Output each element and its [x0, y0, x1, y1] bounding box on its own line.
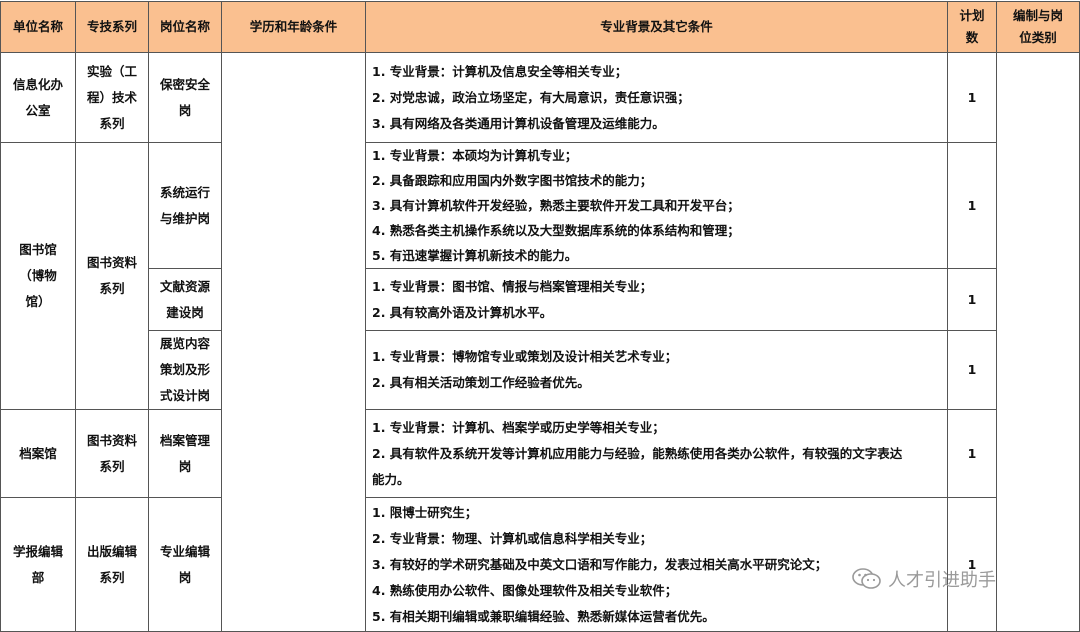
- header-unit: 单位名称: [0, 1, 76, 53]
- header-major-conditions: 专业背景及其它条件: [365, 1, 948, 53]
- table-row: 档案馆 图书资料 系列 档案管理岗 1. 专业背景：计算机、档案学或历史学等相关专…: [0, 409, 1080, 498]
- conditions-cell: 1. 专业背景：计算机、档案学或历史学等相关专业； 2. 具有软件及系统开发等计…: [365, 409, 948, 498]
- unit-cell: 信息化办 公室: [0, 52, 76, 143]
- series-cell: 图书资料 系列: [75, 142, 149, 410]
- plan-count-cell: 1: [947, 52, 997, 143]
- conditions-cell: 1. 专业背景：博物馆专业或策划及设计相关艺术专业； 2. 具有相关活动策划工作…: [365, 330, 948, 410]
- post-cell: 档案管理岗: [148, 409, 222, 498]
- series-cell: 图书资料 系列: [75, 409, 149, 498]
- header-row: 单位名称 专技系列 岗位名称 学历和年龄条件 专业背景及其它条件 计划数 编制与…: [0, 1, 1080, 53]
- watermark: 人才引进助手: [852, 566, 996, 592]
- table-row: 展览内容 策划及形 式设计岗 1. 专业背景：博物馆专业或策划及设计相关艺术专业； …: [1, 330, 1080, 410]
- conditions-cell: 1. 专业背景：计算机及信息安全等相关专业； 2. 对党忠诚，政治立场坚定，有大…: [365, 52, 948, 143]
- unit-cell: 档案馆: [0, 409, 76, 498]
- table-row: 文献资源 建设岗 1. 专业背景：图书馆、情报与档案管理相关专业； 2. 具有较高…: [1, 268, 1080, 331]
- series-cell: 出版编辑 系列: [75, 497, 149, 632]
- header-staff-category: 编制与岗 位类别: [996, 1, 1080, 53]
- header-post: 岗位名称: [148, 1, 222, 53]
- unit-cell: 图书馆 （博物 馆）: [0, 142, 76, 410]
- plan-count-cell: 1: [947, 330, 997, 410]
- table-row: 信息化办 公室 实验（工 程）技术 系列 保密安全岗 1. 专业背景：计算机及信息安全…: [0, 52, 1080, 632]
- post-cell: 专业编辑岗: [148, 497, 222, 632]
- header-education-age: 学历和年龄条件: [221, 1, 366, 53]
- table-row: 图书馆 （博物 馆） 图书资料 系列 系统运行 与维护岗 1. 专业背景：本硕均为计算机…: [0, 142, 1080, 410]
- staff-category-cell: [996, 52, 1080, 632]
- plan-count-cell: 1: [947, 409, 997, 498]
- header-series: 专技系列: [75, 1, 149, 53]
- post-cell: 保密安全岗: [148, 52, 222, 143]
- post-cell: 系统运行 与维护岗: [148, 142, 222, 269]
- unit-cell: 学报编辑部: [0, 497, 76, 632]
- plan-count-cell: 1: [947, 268, 997, 331]
- conditions-cell: 1. 专业背景：本硕均为计算机专业； 2. 具备跟踪和应用国内外数字图书馆技术的…: [365, 142, 948, 269]
- recruitment-table: 单位名称 专技系列 岗位名称 学历和年龄条件 专业背景及其它条件 计划数 编制与…: [0, 1, 1080, 632]
- post-cell: 展览内容 策划及形 式设计岗: [148, 330, 222, 410]
- table-row: 学报编辑部 出版编辑 系列 专业编辑岗 1. 限博士研究生； 2. 专业背景：物理…: [0, 497, 1080, 632]
- plan-count-cell: 1: [947, 497, 997, 632]
- post-cell: 文献资源 建设岗: [148, 268, 222, 331]
- plan-count-cell: 1: [947, 142, 997, 269]
- education-age-cell: [221, 52, 366, 632]
- header-plan-count: 计划数: [947, 1, 997, 53]
- wechat-icon: [852, 567, 882, 591]
- conditions-cell: 1. 限博士研究生； 2. 专业背景：物理、计算机或信息科学相关专业； 3. 有…: [365, 497, 948, 632]
- series-cell: 实验（工 程）技术 系列: [75, 52, 149, 143]
- conditions-cell: 1. 专业背景：图书馆、情报与档案管理相关专业； 2. 具有较高外语及计算机水平…: [365, 268, 948, 331]
- watermark-text: 人才引进助手: [888, 570, 996, 591]
